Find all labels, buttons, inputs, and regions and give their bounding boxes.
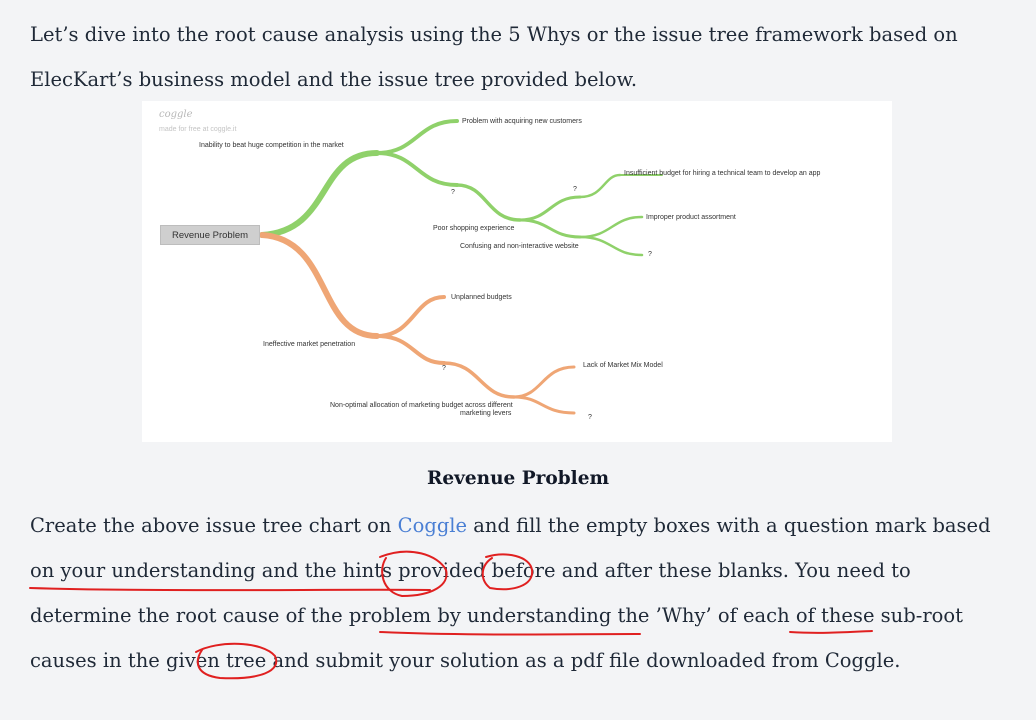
branch-q-orange (512, 395, 576, 415)
branch-poor-shopping (455, 183, 522, 222)
node-q-orange-1: ? (442, 365, 446, 372)
node-mix-model: Lack of Market Mix Model (583, 362, 663, 369)
node-q-green-2: ? (573, 186, 577, 193)
branch-root-ineffective (259, 232, 380, 339)
node-budget-app: Insufficient budget for hiring a technic… (624, 170, 821, 177)
mindmap-branches (259, 119, 663, 415)
node-unplanned: Unplanned budgets (451, 294, 512, 301)
branch-shopping-up (518, 195, 582, 222)
branch-inability-acquiring (375, 119, 459, 155)
node-nonoptimal-line2: marketing levers (460, 410, 512, 417)
node-q-green-1: ? (451, 189, 455, 196)
node-ineffective: Ineffective market penetration (263, 341, 356, 348)
coggle-credit: made for free at coggle.it (159, 126, 237, 133)
branch-root-inability (259, 150, 380, 238)
branch-budget-app (578, 173, 622, 199)
coggle-link[interactable]: Coggle (398, 514, 467, 537)
issue-tree-figure: coggle made for free at coggle.it Revenu… (142, 101, 892, 442)
branch-mix-model (512, 365, 576, 399)
instructions-text-end: and fill the empty boxes with a question… (30, 514, 991, 672)
node-nonoptimal-line1: Non-optimal allocation of marketing budg… (330, 402, 513, 409)
instructions-text-start: Create the above issue tree chart on (30, 514, 398, 537)
node-q-orange-2: ? (588, 414, 592, 421)
branch-inability-poor (375, 151, 459, 187)
node-inability: Inability to beat huge competition in th… (199, 142, 344, 149)
branch-nonoptimal-down (442, 361, 516, 399)
branch-ineffective-unplanned (375, 295, 446, 338)
orange-branches (259, 232, 576, 415)
node-confusing: Confusing and non-interactive website (460, 243, 579, 250)
branch-ineffective-nonoptimal (375, 334, 446, 365)
node-assortment: Improper product assortment (646, 214, 736, 221)
root-node: Revenue Problem (160, 225, 260, 245)
node-acquiring: Problem with acquiring new customers (462, 118, 582, 125)
branch-q3 (578, 235, 644, 257)
coggle-logo: coggle (159, 109, 193, 120)
intro-paragraph: Let’s dive into the root cause analysis … (30, 23, 958, 91)
node-q-green-3: ? (648, 251, 652, 258)
branch-shopping-down (518, 218, 582, 239)
instructions-paragraph: Create the above issue tree chart on Cog… (30, 503, 1015, 683)
branch-assortment (578, 215, 644, 239)
node-poor-shopping: Poor shopping experience (433, 225, 515, 232)
figure-caption: Revenue Problem (426, 468, 610, 489)
